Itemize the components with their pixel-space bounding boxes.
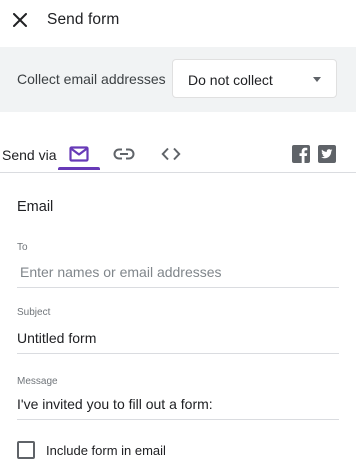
collect-email-selected-value: Do not collect xyxy=(188,72,273,88)
to-field-label: To xyxy=(17,242,28,253)
facebook-share-button[interactable] xyxy=(292,145,310,163)
close-icon xyxy=(13,13,27,27)
dropdown-arrow-icon xyxy=(313,77,321,82)
send-via-tabs: Send via xyxy=(0,130,356,173)
twitter-icon xyxy=(321,149,333,159)
twitter-share-button[interactable] xyxy=(318,145,336,163)
dialog-title: Send form xyxy=(47,11,120,28)
collect-email-label: Collect email addresses xyxy=(17,71,166,87)
facebook-icon xyxy=(299,147,308,163)
embed-code-icon xyxy=(161,147,181,161)
collect-email-dropdown[interactable]: Do not collect xyxy=(172,59,337,98)
subject-field-label: Subject xyxy=(17,307,51,318)
include-form-checkbox[interactable] xyxy=(17,441,35,459)
collect-email-bar: Collect email addresses Do not collect xyxy=(0,47,356,112)
link-icon xyxy=(113,148,135,160)
to-input[interactable] xyxy=(17,262,339,288)
include-form-option[interactable]: Include form in email xyxy=(17,440,217,460)
send-via-label: Send via xyxy=(2,147,57,163)
dialog-header: Send form xyxy=(0,0,356,44)
email-icon xyxy=(69,146,89,162)
tab-embed[interactable] xyxy=(150,136,192,172)
message-input[interactable] xyxy=(17,394,339,420)
tab-link[interactable] xyxy=(103,136,145,172)
subject-input[interactable] xyxy=(17,328,339,354)
message-field-label: Message xyxy=(17,376,58,387)
include-form-label: Include form in email xyxy=(46,442,166,458)
close-button[interactable] xyxy=(9,9,31,31)
email-section-title: Email xyxy=(17,199,54,215)
selected-tab-indicator xyxy=(58,167,100,170)
